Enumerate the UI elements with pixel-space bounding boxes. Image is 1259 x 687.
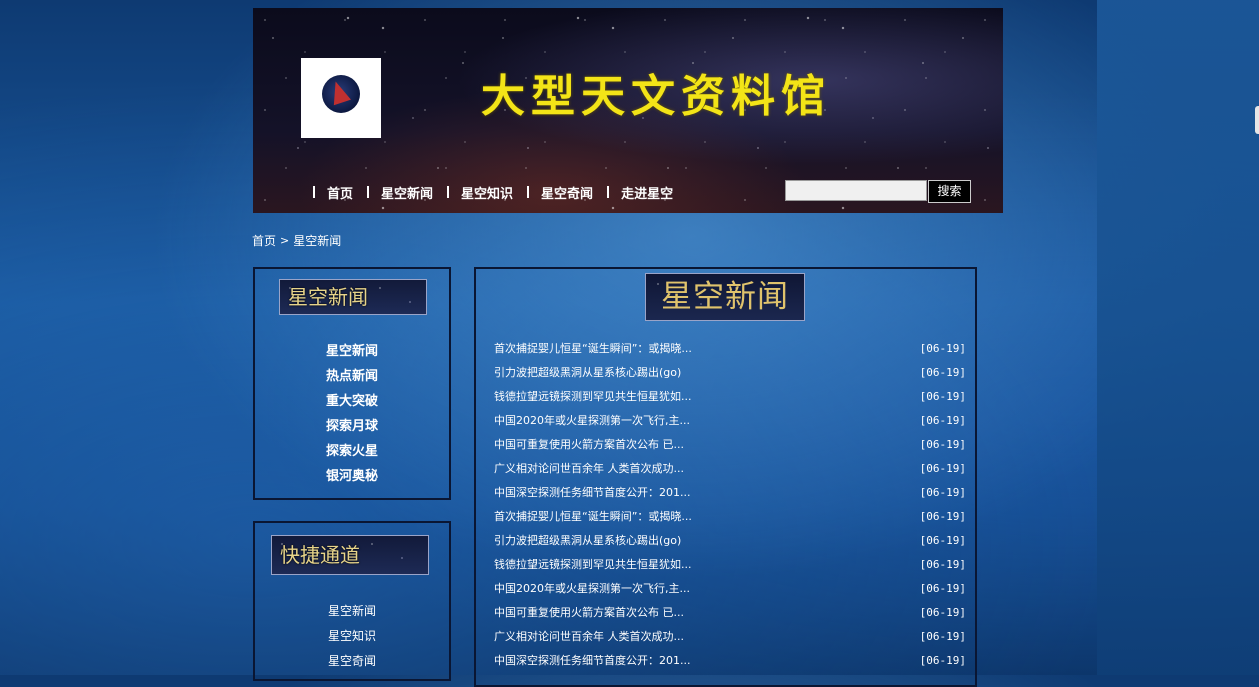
news-date: [06-19] xyxy=(919,366,966,379)
category-list: 星空新闻 热点新闻 重大突破 探索月球 探索火星 银河奥秘 xyxy=(255,339,449,489)
breadcrumb-home-link[interactable]: 首页 xyxy=(252,232,276,249)
nav-divider xyxy=(313,186,315,198)
scroll-edge-marker xyxy=(1255,106,1259,134)
news-item[interactable]: 引力波把超级黑洞从星系核心踢出(go) [06-19] xyxy=(494,361,966,385)
search-input[interactable] xyxy=(785,180,927,201)
news-title[interactable]: 中国深空探测任务细节首度公开：201... xyxy=(494,649,690,673)
news-date: [06-19] xyxy=(919,534,966,547)
news-title[interactable]: 中国可重复使用火箭方案首次公布 已... xyxy=(494,433,684,457)
nav-divider xyxy=(367,186,370,198)
nav-label: 走进星空 xyxy=(621,186,674,202)
news-title[interactable]: 中国深空探测任务细节首度公开：201... xyxy=(494,481,690,505)
news-item[interactable]: 引力波把超级黑洞从星系核心踢出(go) [06-19] xyxy=(494,529,966,553)
category-box: 星空新闻 星空新闻 热点新闻 重大突破 探索月球 探索火星 银河奥秘 xyxy=(253,267,451,500)
category-link-galaxy[interactable]: 银河奥秘 xyxy=(255,464,449,489)
news-item[interactable]: 中国2020年或火星探测第一次飞行,主... [06-19] xyxy=(494,409,966,433)
news-item[interactable]: 中国可重复使用火箭方案首次公布 已... [06-19] xyxy=(494,433,966,457)
news-date: [06-19] xyxy=(919,582,966,595)
quick-access-title: 快捷通道 xyxy=(271,535,429,575)
category-link-moon[interactable]: 探索月球 xyxy=(255,414,449,439)
news-date: [06-19] xyxy=(919,390,966,403)
quick-access-box: 快捷通道 星空新闻 星空知识 星空奇闻 xyxy=(253,521,451,681)
news-title[interactable]: 引力波把超级黑洞从星系核心踢出(go) xyxy=(494,361,681,385)
news-date: [06-19] xyxy=(919,414,966,427)
news-title[interactable]: 钱德拉望远镜探测到罕见共生恒星犹如... xyxy=(494,385,692,409)
news-item[interactable]: 钱德拉望远镜探测到罕见共生恒星犹如... [06-19] xyxy=(494,553,966,577)
news-date: [06-19] xyxy=(919,462,966,475)
nav-divider xyxy=(527,186,530,198)
nav-item-explore[interactable]: 走进星空 xyxy=(607,183,673,202)
background-side-panel xyxy=(1097,0,1259,675)
breadcrumb-separator: > xyxy=(280,234,290,247)
nav-item-knowledge[interactable]: 星空知识 xyxy=(447,183,513,202)
category-link-breakthroughs[interactable]: 重大突破 xyxy=(255,389,449,414)
news-date: [06-19] xyxy=(919,510,966,523)
nav-label: 星空奇闻 xyxy=(541,186,594,202)
category-link-hot-news[interactable]: 热点新闻 xyxy=(255,364,449,389)
header-banner: 大型天文资料馆 首页 星空新闻 星空知识 星空奇闻 走进星空 搜索 xyxy=(253,8,1003,213)
category-link-star-news[interactable]: 星空新闻 xyxy=(255,339,449,364)
news-title[interactable]: 广义相对论问世百余年 人类首次成功... xyxy=(494,457,684,481)
news-title[interactable]: 中国可重复使用火箭方案首次公布 已... xyxy=(494,601,684,625)
news-item[interactable]: 首次捕捉婴儿恒星“诞生瞬间”：或揭晓... [06-19] xyxy=(494,505,966,529)
news-item[interactable]: 钱德拉望远镜探测到罕见共生恒星犹如... [06-19] xyxy=(494,385,966,409)
news-item[interactable]: 中国深空探测任务细节首度公开：201... [06-19] xyxy=(494,481,966,505)
news-title[interactable]: 中国2020年或火星探测第一次飞行,主... xyxy=(494,409,690,433)
quick-link-knowledge[interactable]: 星空知识 xyxy=(255,624,449,649)
nav-label: 星空新闻 xyxy=(381,186,434,202)
site-title: 大型天文资料馆 xyxy=(481,71,831,122)
news-item[interactable]: 广义相对论问世百余年 人类首次成功... [06-19] xyxy=(494,457,966,481)
news-panel-title: 星空新闻 xyxy=(645,273,805,321)
news-date: [06-19] xyxy=(919,558,966,571)
search-button[interactable]: 搜索 xyxy=(928,180,971,203)
news-date: [06-19] xyxy=(919,486,966,499)
nav-divider xyxy=(447,186,450,198)
news-title[interactable]: 中国2020年或火星探测第一次飞行,主... xyxy=(494,577,690,601)
nav-item-oddities[interactable]: 星空奇闻 xyxy=(527,183,593,202)
breadcrumb: 首页 > 星空新闻 xyxy=(252,232,341,249)
nav-divider xyxy=(607,186,610,198)
quick-link-news[interactable]: 星空新闻 xyxy=(255,599,449,624)
nav-label: 星空知识 xyxy=(461,186,514,202)
nav-item-news[interactable]: 星空新闻 xyxy=(367,183,433,202)
news-item[interactable]: 广义相对论问世百余年 人类首次成功... [06-19] xyxy=(494,625,966,649)
news-list: 首次捕捉婴儿恒星“诞生瞬间”：或揭晓... [06-19] 引力波把超级黑洞从星系… xyxy=(494,337,966,673)
news-title[interactable]: 首次捕捉婴儿恒星“诞生瞬间”：或揭晓... xyxy=(494,337,692,361)
main-nav: 首页 星空新闻 星空知识 星空奇闻 走进星空 xyxy=(313,182,687,202)
nav-item-home[interactable]: 首页 xyxy=(313,183,353,202)
news-date: [06-19] xyxy=(919,438,966,451)
news-title[interactable]: 钱德拉望远镜探测到罕见共生恒星犹如... xyxy=(494,553,692,577)
category-box-title: 星空新闻 xyxy=(279,279,427,315)
news-title[interactable]: 引力波把超级黑洞从星系核心踢出(go) xyxy=(494,529,681,553)
news-item[interactable]: 中国深空探测任务细节首度公开：201... [06-19] xyxy=(494,649,966,673)
news-item[interactable]: 中国2020年或火星探测第一次飞行,主... [06-19] xyxy=(494,577,966,601)
news-date: [06-19] xyxy=(919,342,966,355)
breadcrumb-current[interactable]: 星空新闻 xyxy=(293,232,341,249)
news-date: [06-19] xyxy=(919,606,966,619)
quick-access-list: 星空新闻 星空知识 星空奇闻 xyxy=(255,599,449,674)
news-date: [06-19] xyxy=(919,630,966,643)
category-link-mars[interactable]: 探索火星 xyxy=(255,439,449,464)
nav-label: 首页 xyxy=(327,186,354,202)
quick-link-oddities[interactable]: 星空奇闻 xyxy=(255,649,449,674)
news-title[interactable]: 广义相对论问世百余年 人类首次成功... xyxy=(494,625,684,649)
news-item[interactable]: 中国可重复使用火箭方案首次公布 已... [06-19] xyxy=(494,601,966,625)
news-title[interactable]: 首次捕捉婴儿恒星“诞生瞬间”：或揭晓... xyxy=(494,505,692,529)
site-logo[interactable] xyxy=(301,58,381,138)
news-panel: 星空新闻 首次捕捉婴儿恒星“诞生瞬间”：或揭晓... [06-19] 引力波把超级… xyxy=(474,267,977,687)
news-date: [06-19] xyxy=(919,654,966,667)
news-item[interactable]: 首次捕捉婴儿恒星“诞生瞬间”：或揭晓... [06-19] xyxy=(494,337,966,361)
